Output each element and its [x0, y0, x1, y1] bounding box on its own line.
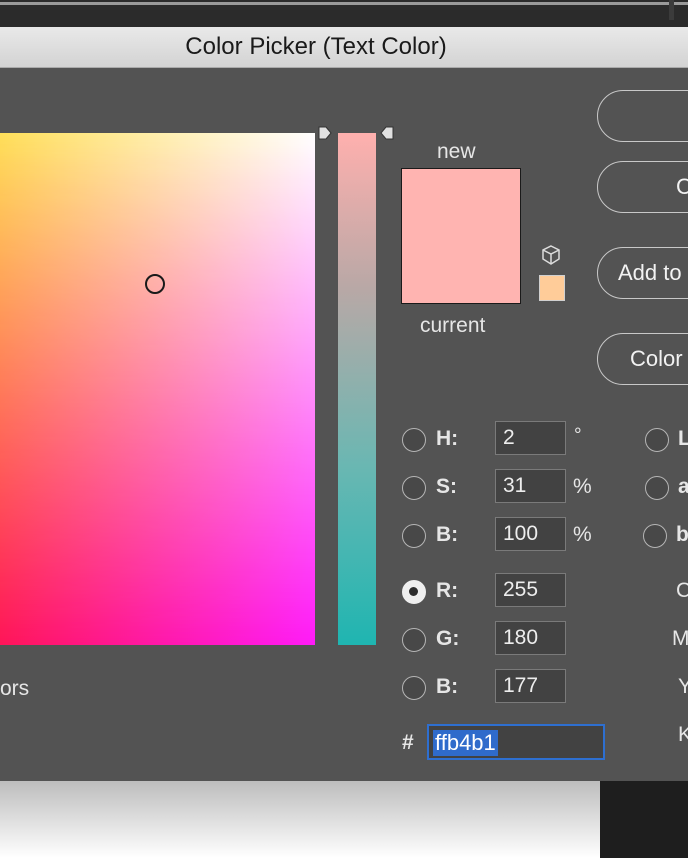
- cmyk-y-label: Y: [678, 675, 688, 698]
- hex-selected-text: ffb4b1: [433, 730, 498, 756]
- background-window-knob: [669, 0, 674, 20]
- color-field[interactable]: [0, 133, 315, 645]
- lab-a-label: a: [678, 475, 688, 498]
- lab-l-radio[interactable]: [645, 428, 669, 452]
- saturation-label: S:: [436, 475, 457, 498]
- brightness-radio[interactable]: [402, 524, 426, 548]
- hue-slider[interactable]: [338, 133, 376, 645]
- cube-icon[interactable]: [540, 244, 562, 266]
- lab-b-label: b: [676, 523, 688, 546]
- brightness-input[interactable]: 100: [495, 517, 566, 551]
- red-label: R:: [436, 579, 459, 602]
- cmyk-m-label: M: [672, 627, 688, 650]
- color-field-hue-blend: [0, 133, 315, 645]
- background-window-dark: [600, 781, 688, 858]
- color-field-cursor[interactable]: [145, 274, 165, 294]
- cmyk-k-label: K: [678, 723, 688, 746]
- hue-label: H:: [436, 427, 459, 450]
- ok-button[interactable]: [597, 90, 688, 142]
- cmyk-c-label: C: [676, 579, 688, 602]
- saturation-unit: %: [573, 475, 592, 498]
- background-window-strip: [0, 0, 688, 28]
- add-to-swatches-button[interactable]: Add to: [597, 247, 688, 299]
- red-radio[interactable]: [402, 580, 426, 604]
- web-safe-color-swatch[interactable]: [539, 275, 565, 301]
- window-title: Color Picker (Text Color): [185, 33, 447, 60]
- hex-input[interactable]: ffb4b1: [427, 724, 605, 760]
- hue-unit: °: [574, 425, 582, 446]
- background-window-bottom: [0, 781, 600, 858]
- color-libraries-button[interactable]: Color: [597, 333, 688, 385]
- current-color-label: current: [420, 314, 486, 337]
- hue-input[interactable]: 2: [495, 421, 566, 455]
- saturation-input[interactable]: 31: [495, 469, 566, 503]
- green-input[interactable]: 180: [495, 621, 566, 655]
- lab-b-radio[interactable]: [643, 524, 667, 548]
- slider-arrow-left-icon[interactable]: [318, 126, 332, 140]
- blue-label: B:: [436, 675, 459, 698]
- brightness-label: B:: [436, 523, 459, 546]
- lab-a-radio[interactable]: [645, 476, 669, 500]
- slider-arrow-right-icon[interactable]: [380, 126, 394, 140]
- lab-l-label: L: [678, 427, 688, 450]
- only-web-colors-label: ors: [0, 677, 30, 700]
- green-radio[interactable]: [402, 628, 426, 652]
- background-window-line: [0, 2, 688, 5]
- saturation-radio[interactable]: [402, 476, 426, 500]
- cancel-button[interactable]: C: [597, 161, 688, 213]
- new-color-label: new: [437, 140, 476, 163]
- blue-radio[interactable]: [402, 676, 426, 700]
- red-input[interactable]: 255: [495, 573, 566, 607]
- blue-input[interactable]: 177: [495, 669, 566, 703]
- hue-radio[interactable]: [402, 428, 426, 452]
- hex-label: #: [402, 731, 414, 754]
- new-color-swatch: [401, 168, 521, 304]
- brightness-unit: %: [573, 523, 592, 546]
- green-label: G:: [436, 627, 460, 650]
- title-bar: Color Picker (Text Color): [0, 27, 688, 68]
